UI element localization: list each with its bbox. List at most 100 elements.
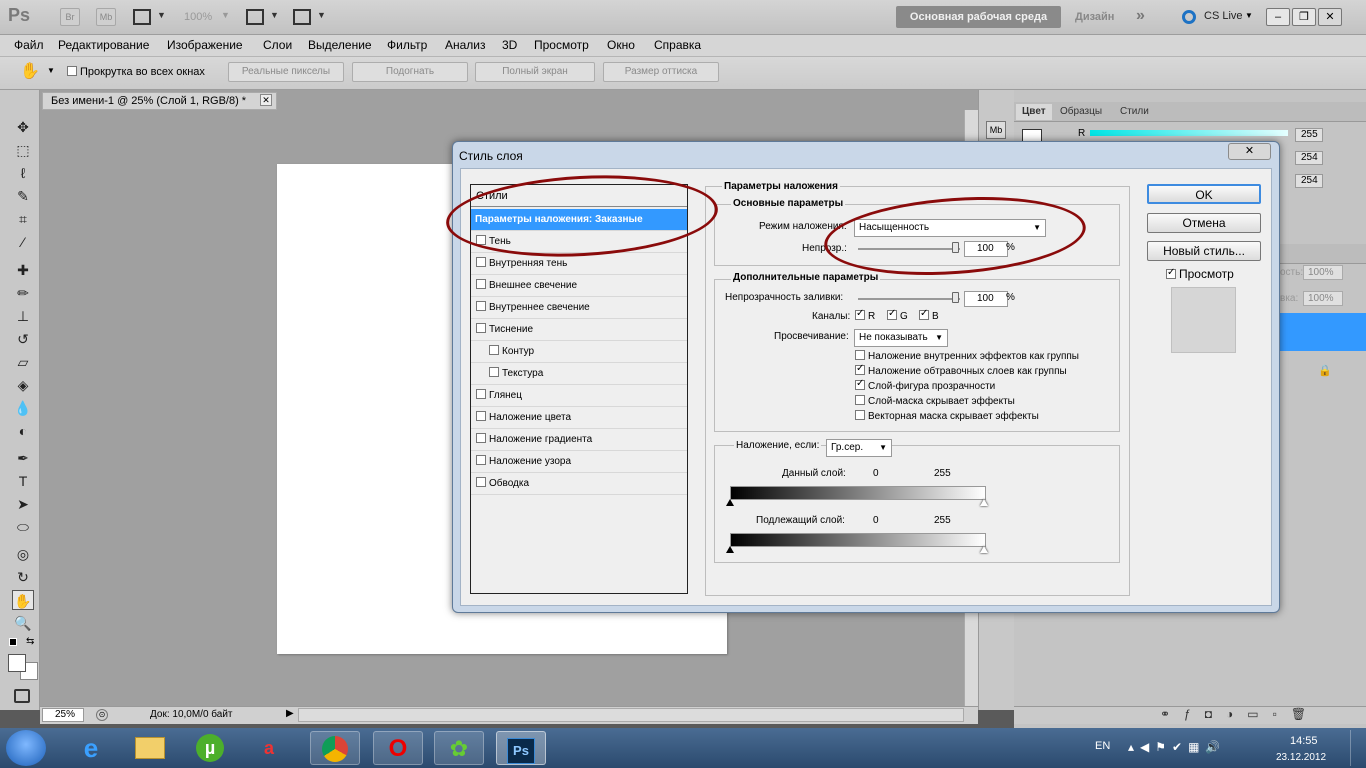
channel-r-checkbox[interactable]: R bbox=[850, 308, 875, 322]
restore-button[interactable]: ❐ bbox=[1292, 8, 1316, 26]
paint-bucket-icon[interactable]: ◈ bbox=[12, 375, 34, 395]
advanced-option[interactable]: Наложение внутренних эффектов как группы bbox=[850, 350, 1079, 362]
menu-edit[interactable]: Редактирование bbox=[58, 38, 149, 52]
style-checkbox[interactable] bbox=[489, 345, 499, 356]
tab-swatches[interactable]: Образцы bbox=[1054, 104, 1108, 120]
underlying-white-handle[interactable] bbox=[980, 546, 988, 553]
clock-time[interactable]: 14:55 bbox=[1290, 735, 1318, 747]
shape-tool-icon[interactable]: ⬭ bbox=[12, 517, 34, 537]
cs-live-menu[interactable]: CS Live bbox=[1204, 10, 1243, 22]
eraser-tool-icon[interactable]: ▱ bbox=[12, 352, 34, 372]
advanced-option-checkbox[interactable] bbox=[855, 350, 865, 361]
type-tool-icon[interactable]: T bbox=[12, 471, 34, 491]
chevron-down-icon[interactable]: ▼ bbox=[47, 66, 55, 75]
fill-screen-button[interactable]: Полный экран bbox=[475, 62, 595, 82]
menu-3d[interactable]: 3D bbox=[502, 38, 517, 52]
fill-opacity-input[interactable]: 100 bbox=[964, 291, 1008, 307]
style-checkbox[interactable] bbox=[476, 433, 486, 444]
style-checkbox[interactable] bbox=[489, 367, 499, 378]
more-workspaces-icon[interactable]: » bbox=[1136, 7, 1145, 25]
history-brush-icon[interactable]: ↺ bbox=[12, 329, 34, 349]
hand-tool-icon[interactable]: ✋ bbox=[20, 61, 40, 81]
default-colors-icon[interactable] bbox=[9, 638, 17, 646]
view-extras-icon[interactable] bbox=[133, 9, 151, 25]
style-item[interactable]: Наложение узора bbox=[471, 451, 687, 473]
g-value[interactable]: 254 bbox=[1295, 151, 1323, 165]
scroll-all-checkbox[interactable] bbox=[67, 66, 77, 77]
quick-mask-icon[interactable] bbox=[14, 689, 30, 703]
tab-color[interactable]: Цвет bbox=[1016, 104, 1052, 120]
style-item[interactable]: Внутренняя тень bbox=[471, 253, 687, 275]
style-item[interactable]: Наложение градиента bbox=[471, 429, 687, 451]
minibridge-button[interactable]: Mb bbox=[96, 8, 116, 26]
document-tab[interactable]: Без имени-1 @ 25% (Слой 1, RGB/8) * bbox=[42, 92, 277, 110]
path-select-icon[interactable]: ➤ bbox=[12, 494, 34, 514]
style-item[interactable]: Внешнее свечение bbox=[471, 275, 687, 297]
cancel-button[interactable]: Отмена bbox=[1147, 213, 1261, 233]
menu-filter[interactable]: Фильтр bbox=[387, 38, 427, 52]
this-layer-black-handle[interactable] bbox=[726, 499, 734, 506]
screen-mode-icon[interactable] bbox=[293, 9, 311, 25]
layer-opacity-field[interactable]: 100% bbox=[1303, 265, 1343, 280]
close-window-button[interactable]: ✕ bbox=[1318, 8, 1342, 26]
advanced-option[interactable]: Слой-фигура прозрачности bbox=[850, 378, 995, 392]
advanced-option[interactable]: Векторная маска скрывает эффекты bbox=[850, 410, 1039, 422]
hand-tool-icon[interactable]: ✋ bbox=[12, 590, 34, 610]
advanced-option-checkbox[interactable] bbox=[855, 410, 865, 421]
r-value[interactable]: 255 bbox=[1295, 128, 1323, 142]
pen-tool-icon[interactable]: ✒ bbox=[12, 448, 34, 468]
minibridge-panel-icon[interactable]: Mb bbox=[986, 121, 1006, 139]
preview-checkbox[interactable]: Просмотр bbox=[1166, 267, 1234, 281]
fill-opacity-slider-knob[interactable] bbox=[952, 292, 959, 303]
aimp-icon[interactable]: a bbox=[244, 731, 294, 765]
layer-actions-icons[interactable]: ⚭ƒ◘◑▭▫🗑 bbox=[1160, 707, 1320, 721]
channel-b-checkbox[interactable]: B bbox=[914, 308, 939, 322]
style-checkbox[interactable] bbox=[476, 257, 486, 268]
style-checkbox[interactable] bbox=[476, 279, 486, 290]
photoshop-taskbar-icon[interactable]: Ps bbox=[496, 731, 546, 765]
blur-tool-icon[interactable]: 💧 bbox=[12, 398, 34, 418]
chevron-down-icon[interactable]: ▼ bbox=[270, 10, 279, 20]
menu-layers[interactable]: Слои bbox=[263, 38, 292, 52]
quick-select-tool-icon[interactable]: ✎ bbox=[12, 186, 34, 206]
minimize-button[interactable]: – bbox=[1266, 8, 1290, 26]
knockout-select[interactable]: Не показывать bbox=[854, 329, 948, 347]
move-tool-icon[interactable]: ✥ bbox=[12, 117, 34, 137]
scroll-all-windows[interactable]: Прокрутка во всех окнах bbox=[67, 66, 205, 78]
swap-colors-icon[interactable]: ⇆ bbox=[26, 636, 34, 647]
fit-screen-button[interactable]: Подогнать bbox=[352, 62, 468, 82]
clone-stamp-icon[interactable]: ⊥ bbox=[12, 306, 34, 326]
language-indicator[interactable]: EN bbox=[1095, 740, 1110, 752]
3d-orbit-icon[interactable]: ↻ bbox=[12, 567, 34, 587]
menu-window[interactable]: Окно bbox=[607, 38, 635, 52]
layer-fill-field[interactable]: 100% bbox=[1303, 291, 1343, 306]
marquee-tool-icon[interactable]: ⬚ bbox=[12, 140, 34, 160]
style-item[interactable]: Глянец bbox=[471, 385, 687, 407]
explorer-icon[interactable] bbox=[125, 731, 175, 765]
ok-button[interactable]: OK bbox=[1147, 184, 1261, 204]
tab-styles[interactable]: Стили bbox=[1114, 104, 1155, 120]
close-document-icon[interactable]: ✕ bbox=[260, 94, 272, 106]
lasso-tool-icon[interactable]: ℓ bbox=[12, 163, 34, 183]
ie-icon[interactable]: e bbox=[66, 731, 116, 765]
style-checkbox[interactable] bbox=[476, 411, 486, 422]
start-button[interactable] bbox=[6, 730, 46, 766]
workspace-design[interactable]: Дизайн bbox=[1075, 11, 1114, 23]
opera-icon[interactable]: O bbox=[373, 731, 423, 765]
advanced-option-checkbox[interactable] bbox=[855, 378, 865, 391]
show-desktop-button[interactable] bbox=[1350, 730, 1364, 766]
advanced-option-checkbox[interactable] bbox=[855, 395, 865, 406]
style-checkbox[interactable] bbox=[476, 301, 486, 312]
selected-layer-row[interactable] bbox=[1280, 313, 1366, 351]
dodge-tool-icon[interactable]: ◐ bbox=[12, 421, 34, 441]
menu-image[interactable]: Изображение bbox=[167, 38, 243, 52]
chrome-icon[interactable] bbox=[310, 731, 360, 765]
foreground-color-swatch[interactable] bbox=[8, 654, 26, 672]
status-menu-arrow-icon[interactable]: ▶ bbox=[286, 708, 294, 719]
zoom-level[interactable]: 100% bbox=[184, 11, 212, 23]
channel-g-checkbox[interactable]: G bbox=[882, 308, 908, 322]
brush-tool-icon[interactable]: ✏ bbox=[12, 283, 34, 303]
healing-brush-icon[interactable]: ✚ bbox=[12, 260, 34, 280]
crop-tool-icon[interactable]: ⌗ bbox=[12, 209, 34, 229]
workspace-button[interactable]: Основная рабочая среда bbox=[896, 6, 1061, 28]
